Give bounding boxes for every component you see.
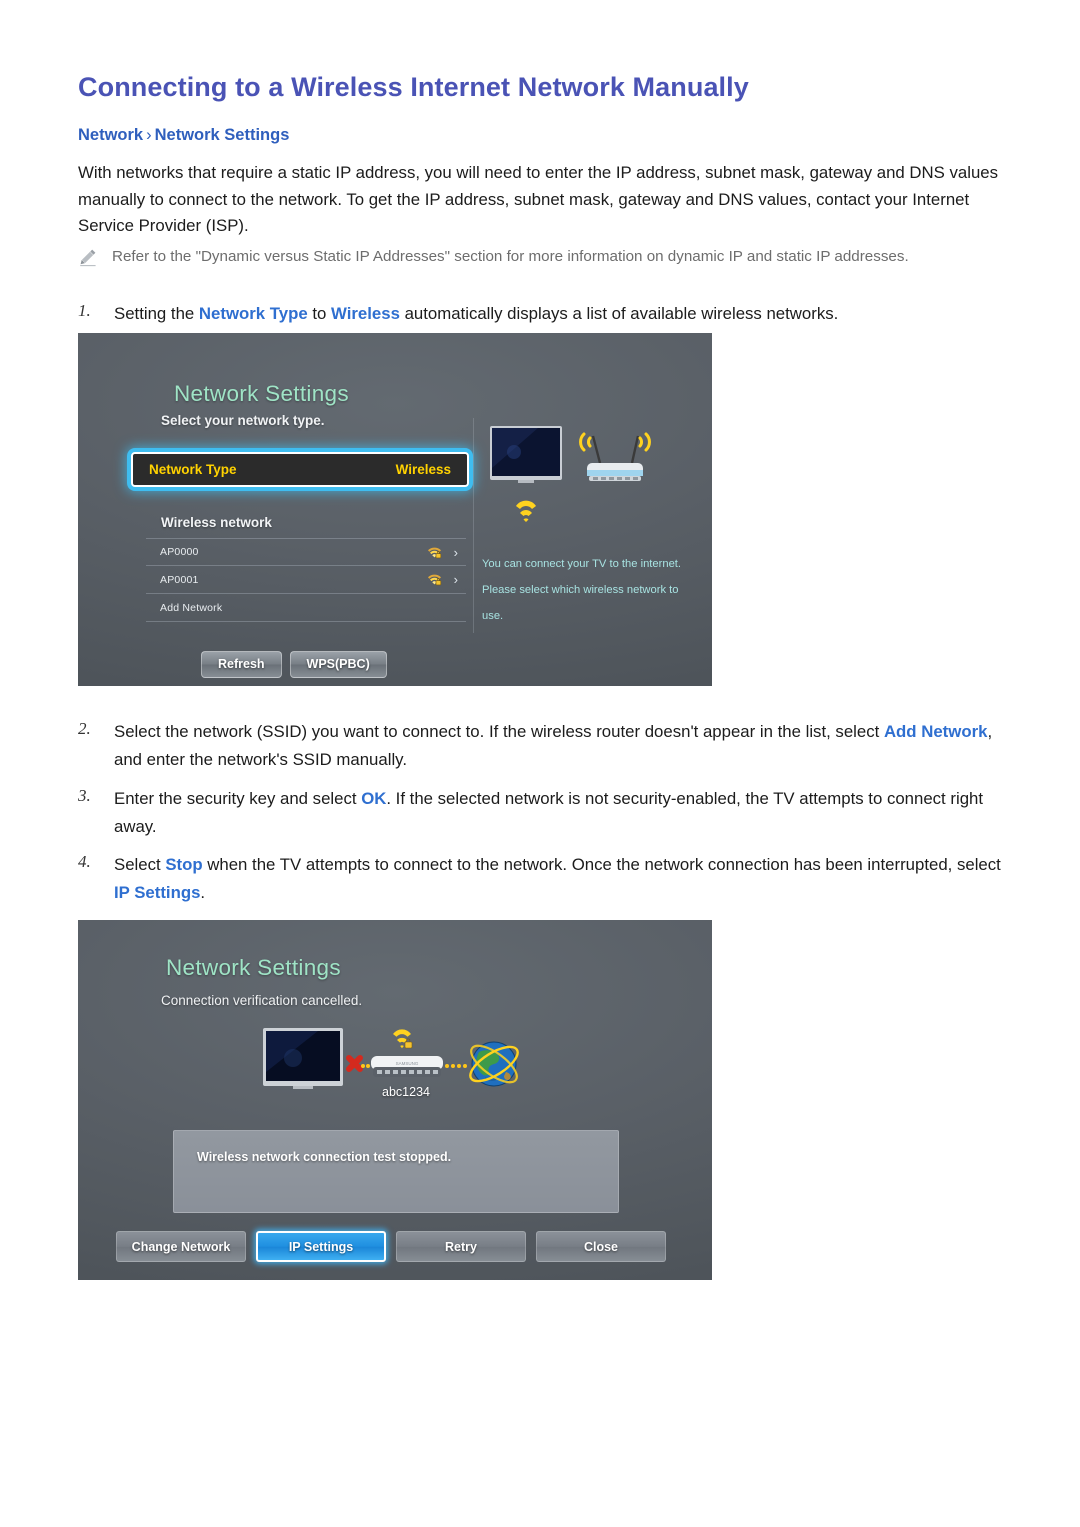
step-1-highlight-2: Wireless [331, 304, 400, 323]
tv-wifi-waves-icon [516, 500, 536, 522]
panel-divider [473, 418, 474, 633]
step-4-number: 4. [78, 852, 91, 871]
refresh-button[interactable]: Refresh [201, 651, 282, 678]
panel1-title: Network Settings [174, 381, 349, 406]
page-title: Connecting to a Wireless Internet Networ… [78, 72, 749, 102]
wireless-connection-illustration [488, 418, 663, 528]
change-network-button[interactable]: Change Network [116, 1231, 246, 1262]
network-type-value: Wireless [395, 462, 451, 477]
ap-name: AP0001 [160, 573, 199, 586]
step-2-text: Select the network (SSID) you want to co… [114, 718, 1003, 774]
list-item-ap0001[interactable]: AP0001 › [146, 566, 466, 594]
breadcrumb-root: Network [78, 126, 144, 144]
wps-pbc-button[interactable]: WPS(PBC) [289, 651, 387, 678]
step-2-highlight-1: Add Network [883, 722, 988, 741]
step-4-text-before: Select [114, 855, 166, 874]
wireless-network-list: AP0000 › AP0001 › Add Network [146, 538, 466, 622]
wifi-lock-icon [427, 573, 442, 586]
step-1-highlight-1: Network Type [198, 304, 308, 323]
router-wifi-icon [393, 1029, 413, 1049]
panel2-subtitle: Connection verification cancelled. [161, 993, 363, 1008]
wifi-lock-icon [427, 546, 442, 559]
step-1-text: Setting the Network Type to Wireless aut… [114, 300, 838, 328]
ap-row-icons: › [427, 573, 458, 586]
status-message-text: Wireless network connection test stopped… [197, 1150, 452, 1164]
breadcrumb-separator: › [146, 126, 152, 144]
screenshot-network-settings-wireless-list: Network Settings Select your network typ… [78, 333, 712, 686]
connection-failed-icon [346, 1055, 363, 1072]
step-3-number: 3. [78, 786, 91, 805]
breadcrumb: Network › Network Settings [78, 126, 289, 145]
svg-text:SAMSUNG: SAMSUNG [396, 1061, 419, 1066]
breadcrumb-leaf: Network Settings [154, 126, 290, 144]
network-type-row[interactable]: Network Type Wireless [131, 452, 469, 487]
step-3: 3. Enter the security key and select OK.… [78, 785, 1003, 841]
globe-icon [469, 1041, 519, 1087]
note-text: Refer to the "Dynamic versus Static IP A… [112, 248, 909, 265]
intro-paragraph: With networks that require a static IP a… [78, 163, 999, 235]
list-item-add-network[interactable]: Add Network [146, 594, 466, 622]
step-4-highlight-1: Stop [165, 855, 203, 874]
retry-button[interactable]: Retry [396, 1231, 526, 1262]
panel2-title: Network Settings [166, 955, 341, 980]
step-4-highlight-2: IP Settings [114, 883, 201, 902]
tv-icon [263, 1028, 343, 1089]
ap-name: AP0000 [160, 546, 199, 558]
panel1-button-row: Refresh WPS(PBC) [201, 651, 387, 678]
note-block: Refer to the "Dynamic versus Static IP A… [78, 245, 1003, 272]
ap-name: Add Network [160, 601, 223, 614]
panel2-button-row: Change Network IP Settings Retry Close [116, 1231, 666, 1262]
step-1-text-mid: to [307, 304, 332, 323]
screenshot-network-settings-connection-cancelled: Network Settings Connection verification… [78, 920, 712, 1280]
step-3-text: Enter the security key and select OK. If… [114, 785, 1003, 841]
router-icon: SAMSUNG [371, 1056, 443, 1077]
panel1-subtitle: Select your network type. [161, 413, 325, 428]
list-item-ap0000[interactable]: AP0000 › [146, 538, 466, 566]
chevron-right-icon: › [453, 544, 458, 560]
step-4-text-after: . [200, 883, 206, 902]
panel1-info-text: You can connect your TV to the internet.… [482, 558, 682, 622]
ip-settings-button[interactable]: IP Settings [256, 1231, 386, 1262]
ssid-label: abc1234 [382, 1085, 430, 1099]
step-3-highlight-1: OK [361, 789, 387, 808]
step-1-text-after: automatically displays a list of availab… [399, 304, 839, 323]
step-2-text-before: Select the network (SSID) you want to co… [114, 722, 884, 741]
network-type-label: Network Type [149, 462, 237, 477]
link-dots-left [361, 1064, 370, 1068]
step-1-number: 1. [78, 301, 91, 320]
link-dots-right [445, 1064, 467, 1068]
step-4: 4. Select Stop when the TV attempts to c… [78, 851, 1003, 907]
step-4-text: Select Stop when the TV attempts to conn… [114, 851, 1003, 907]
step-2: 2. Select the network (SSID) you want to… [78, 718, 1003, 774]
step-3-text-before: Enter the security key and select [114, 789, 362, 808]
close-button[interactable]: Close [536, 1231, 666, 1262]
pencil-icon [78, 245, 100, 272]
step-4-text-mid: when the TV attempts to connect to the n… [202, 855, 1001, 874]
tv-icon [490, 426, 562, 483]
chevron-right-icon: › [453, 572, 458, 587]
ap-row-icons: › [427, 546, 458, 559]
step-2-number: 2. [78, 719, 91, 738]
status-message-box: Wireless network connection test stopped… [173, 1130, 619, 1213]
document-page: Connecting to a Wireless Internet Networ… [0, 0, 1080, 1527]
wireless-network-section-label: Wireless network [161, 515, 272, 530]
step-1: 1. Setting the Network Type to Wireless … [78, 300, 1003, 328]
wireless-router-icon [579, 432, 651, 481]
step-1-text-before: Setting the [114, 304, 199, 323]
